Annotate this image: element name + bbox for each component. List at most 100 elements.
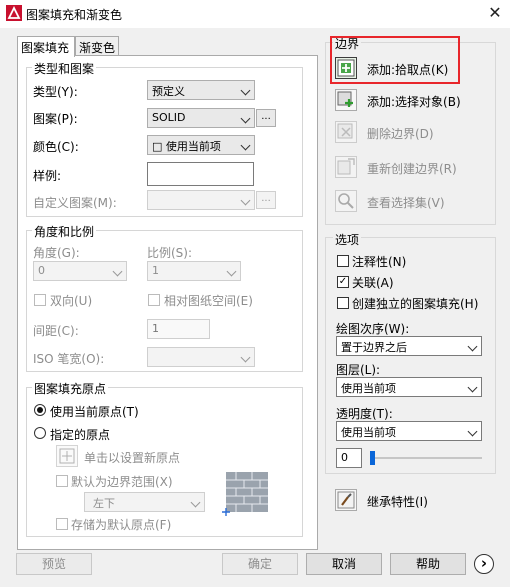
crosshair-icon — [59, 448, 75, 464]
color-select[interactable]: □ 使用当前项 — [147, 135, 255, 155]
inherit-properties-label[interactable]: 继承特性(I) — [367, 493, 428, 510]
origin-title: 图案填充原点 — [32, 380, 109, 397]
swatch-preview[interactable] — [147, 162, 254, 186]
color-label: 颜色(C): — [33, 140, 79, 154]
separate-hatch-checkbox[interactable] — [337, 297, 349, 309]
custom-pattern-label: 自定义图案(M): — [33, 196, 117, 210]
inherit-properties-button[interactable] — [335, 489, 357, 511]
layer-value: 使用当前项 — [341, 382, 396, 395]
relative-paper-label: 相对图纸空间(E) — [164, 294, 253, 308]
add-select-button[interactable] — [335, 89, 357, 111]
autocad-app-icon — [6, 5, 22, 21]
transparency-select[interactable]: 使用当前项 — [336, 421, 482, 441]
ok-button[interactable]: 确定 — [222, 553, 298, 575]
transparency-value: 使用当前项 — [341, 426, 396, 439]
double-label: 双向(U) — [50, 294, 93, 308]
pattern-select[interactable]: SOLID — [147, 108, 255, 128]
chevron-down-icon — [240, 352, 251, 363]
swatch-label: 样例: — [33, 169, 62, 183]
angle-value: 0 — [38, 264, 45, 277]
use-current-origin-label: 使用当前原点(T) — [50, 405, 139, 419]
add-select-icon — [337, 91, 353, 107]
recreate-boundary-button[interactable] — [335, 156, 357, 178]
use-current-origin-radio[interactable] — [34, 404, 46, 416]
type-select[interactable]: 预定义 — [147, 80, 255, 100]
type-pattern-title: 类型和图案 — [32, 60, 97, 77]
scale-value: 1 — [152, 264, 159, 277]
chevron-down-icon — [467, 426, 478, 437]
iso-pen-label: ISO 笔宽(O): — [33, 352, 105, 366]
relative-paper-checkbox[interactable] — [148, 294, 160, 306]
transparency-number-input[interactable]: 0 — [336, 448, 362, 468]
extent-select[interactable]: 左下 — [84, 492, 205, 512]
associative-checkbox[interactable]: ✓ — [337, 276, 349, 288]
chevron-down-icon — [240, 113, 251, 124]
add-pick-label[interactable]: 添加:拾取点(K) — [367, 61, 448, 78]
angle-label: 角度(G): — [33, 246, 80, 260]
remove-boundary-icon — [337, 123, 353, 139]
draw-order-label: 绘图次序(W): — [336, 322, 410, 336]
store-default-label: 存储为默认原点(F) — [71, 518, 172, 532]
draw-order-select[interactable]: 置于边界之后 — [336, 336, 482, 356]
chevron-down-icon — [467, 382, 478, 393]
extent-value: 左下 — [93, 497, 115, 510]
layer-select[interactable]: 使用当前项 — [336, 377, 482, 397]
recreate-boundary-label[interactable]: 重新创建边界(R) — [367, 160, 457, 177]
double-checkbox[interactable] — [34, 294, 46, 306]
spacing-input[interactable]: 1 — [147, 319, 210, 339]
annotative-checkbox[interactable] — [337, 255, 349, 267]
preview-button[interactable]: 预览 — [16, 553, 92, 575]
set-origin-button[interactable] — [56, 445, 78, 467]
angle-select[interactable]: 0 — [33, 261, 127, 281]
add-select-label[interactable]: 添加:选择对象(B) — [367, 93, 461, 110]
chevron-down-icon — [240, 195, 251, 206]
chevron-down-icon — [240, 85, 251, 96]
iso-pen-select[interactable] — [147, 347, 255, 367]
specified-origin-radio[interactable] — [34, 427, 46, 439]
tab-hatch[interactable]: 图案填充 — [17, 36, 75, 57]
more-options-icon[interactable]: › — [474, 554, 494, 574]
custom-pattern-select[interactable] — [147, 190, 255, 210]
chevron-down-icon — [190, 497, 201, 508]
close-icon[interactable]: ✕ — [484, 3, 506, 23]
set-origin-label: 单击以设置新原点 — [84, 451, 181, 465]
associative-label: 关联(A) — [352, 276, 394, 290]
add-pick-icon — [337, 59, 355, 77]
angle-scale-title: 角度和比例 — [32, 223, 97, 240]
cancel-button[interactable]: 取消 — [306, 553, 382, 575]
tab-gradient[interactable]: 渐变色 — [75, 36, 119, 56]
type-value: 预定义 — [152, 85, 185, 98]
origin-preview-icon — [222, 472, 270, 516]
add-pick-button[interactable] — [335, 57, 357, 79]
magnifier-icon — [338, 193, 354, 209]
view-selection-label[interactable]: 查看选择集(V) — [367, 194, 445, 211]
window-title: 图案填充和渐变色 — [26, 8, 123, 22]
transparency-slider-track[interactable] — [370, 457, 482, 459]
chevron-down-icon — [467, 341, 478, 352]
annotative-label: 注释性(N) — [352, 255, 407, 269]
transparency-label: 透明度(T): — [336, 407, 393, 421]
remove-boundary-button[interactable] — [335, 121, 357, 143]
scale-select[interactable]: 1 — [147, 261, 241, 281]
chevron-down-icon — [240, 140, 251, 151]
store-default-checkbox[interactable] — [56, 518, 68, 530]
type-label: 类型(Y): — [33, 85, 78, 99]
view-selection-button[interactable] — [335, 190, 357, 212]
scale-label: 比例(S): — [147, 246, 193, 260]
remove-boundary-label[interactable]: 删除边界(D) — [367, 125, 434, 142]
options-title: 选项 — [333, 231, 362, 248]
brush-icon — [337, 491, 355, 509]
default-extent-label: 默认为边界范围(X) — [71, 475, 173, 489]
transparency-slider-thumb[interactable] — [370, 451, 375, 465]
color-value: □ 使用当前项 — [152, 140, 221, 153]
pattern-label: 图案(P): — [33, 112, 78, 126]
draw-order-value: 置于边界之后 — [341, 341, 407, 354]
help-button[interactable]: 帮助 — [390, 553, 466, 575]
pattern-browse-button[interactable]: ... — [256, 109, 276, 127]
chevron-down-icon — [226, 266, 237, 277]
chevron-down-icon — [112, 266, 123, 277]
default-extent-checkbox[interactable] — [56, 475, 68, 487]
spacing-label: 间距(C): — [33, 324, 79, 338]
pattern-value: SOLID — [152, 111, 186, 124]
custom-pattern-browse-button[interactable]: ... — [256, 191, 276, 209]
